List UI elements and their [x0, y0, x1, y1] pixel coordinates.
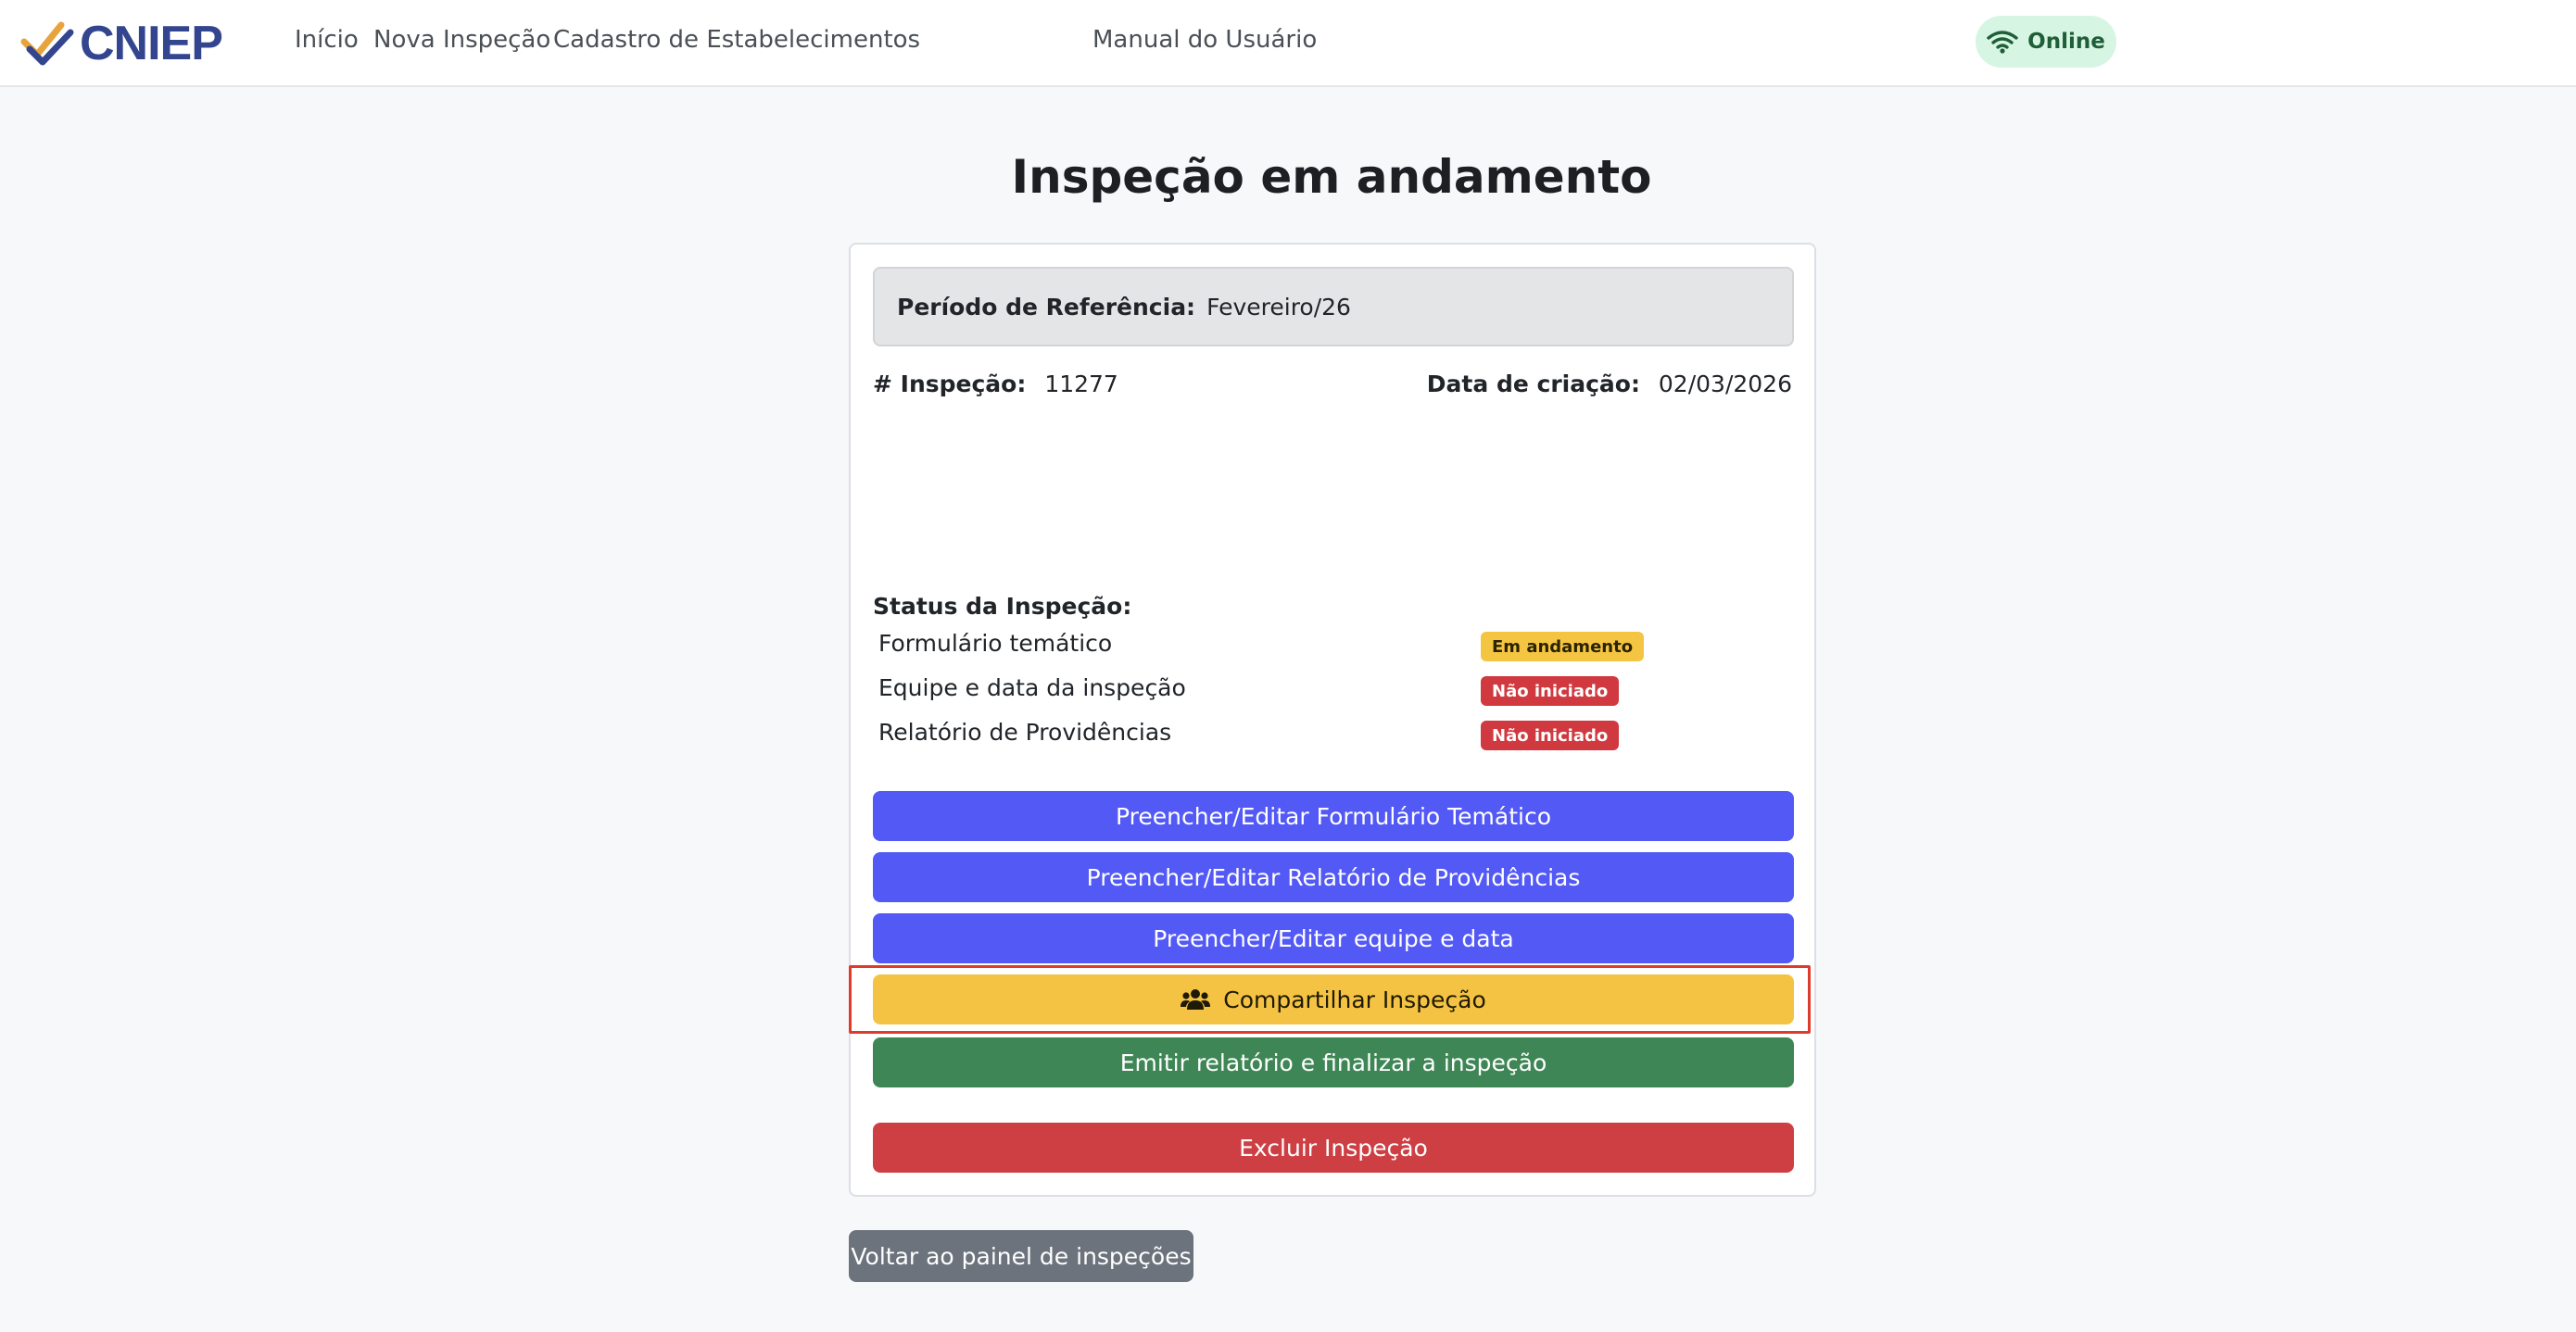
- check-logo-icon: [20, 21, 74, 66]
- wifi-icon: [1987, 31, 2018, 54]
- reference-period-label: Período de Referência:: [897, 293, 1196, 320]
- online-status-badge: Online: [1976, 16, 2116, 68]
- creation-date: Data de criação: 02/03/2026: [1427, 371, 1792, 397]
- edit-thematic-form-button[interactable]: Preencher/Editar Formulário Temático: [873, 791, 1794, 841]
- users-icon: [1181, 989, 1211, 1010]
- status-row-equipe: Equipe e data da inspeção Não iniciado: [878, 671, 1796, 708]
- status-name: Relatório de Providências: [878, 719, 1172, 746]
- status-badge: Em andamento: [1481, 632, 1645, 661]
- online-label: Online: [2027, 30, 2105, 54]
- status-badge: Não iniciado: [1481, 676, 1620, 706]
- nav-link-nova-inspecao[interactable]: Nova Inspeção: [373, 26, 550, 54]
- inspection-id-label: # Inspeção:: [873, 371, 1027, 397]
- delete-inspection-button[interactable]: Excluir Inspeção: [873, 1123, 1794, 1173]
- inspection-id-value: 11277: [1044, 371, 1118, 397]
- status-name: Formulário temático: [878, 630, 1113, 657]
- status-row-relatorio: Relatório de Providências Não iniciado: [878, 715, 1796, 752]
- nav-link-cadastro[interactable]: Cadastro de Estabelecimentos: [553, 26, 920, 54]
- reference-period-value: Fevereiro/26: [1206, 293, 1351, 320]
- reference-period-box: Período de Referência: Fevereiro/26: [873, 267, 1794, 346]
- creation-date-label: Data de criação:: [1426, 371, 1640, 397]
- nav-link-manual[interactable]: Manual do Usuário: [1092, 26, 1317, 54]
- inspection-id: # Inspeção: 11277: [873, 371, 1118, 397]
- top-navbar: CNIEP Início Nova Inspeção Cadastro de E…: [0, 0, 2576, 87]
- back-to-dashboard-button[interactable]: Voltar ao painel de inspeções: [849, 1230, 1193, 1282]
- status-row-formulario: Formulário temático Em andamento: [878, 626, 1796, 663]
- brand-name: CNIEP: [80, 17, 223, 70]
- status-name: Equipe e data da inspeção: [878, 674, 1186, 701]
- finalize-inspection-button[interactable]: Emitir relatório e finalizar a inspeção: [873, 1037, 1794, 1087]
- brand-logo[interactable]: CNIEP: [20, 17, 223, 70]
- share-inspection-label: Compartilhar Inspeção: [1223, 986, 1486, 1013]
- nav-link-inicio[interactable]: Início: [295, 26, 359, 54]
- edit-team-date-button[interactable]: Preencher/Editar equipe e data: [873, 913, 1794, 963]
- inspection-card: Período de Referência: Fevereiro/26 # In…: [849, 243, 1816, 1197]
- status-badge: Não iniciado: [1481, 721, 1620, 750]
- share-inspection-button[interactable]: Compartilhar Inspeção: [873, 974, 1794, 1024]
- creation-date-value: 02/03/2026: [1658, 371, 1792, 397]
- status-title: Status da Inspeção:: [873, 593, 1132, 620]
- edit-actions-report-button[interactable]: Preencher/Editar Relatório de Providênci…: [873, 852, 1794, 902]
- page-title: Inspeção em andamento: [1011, 150, 1652, 204]
